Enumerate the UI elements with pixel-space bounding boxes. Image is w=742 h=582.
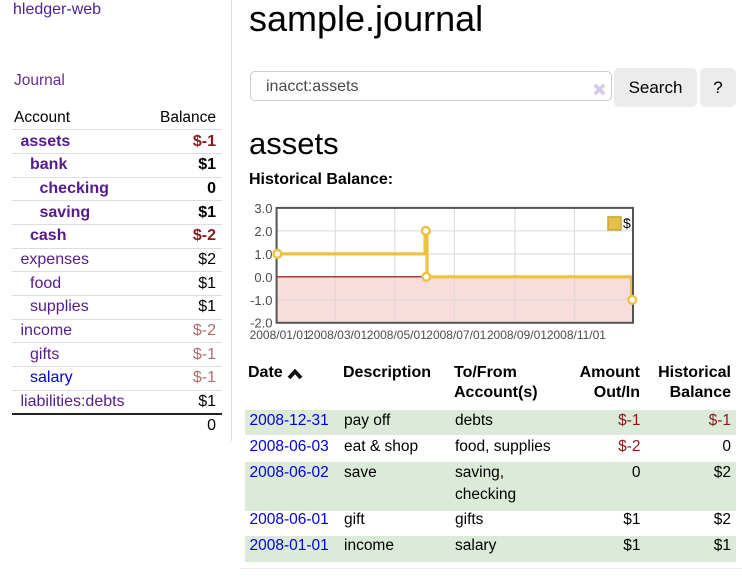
svg-text:-1.0: -1.0 xyxy=(250,293,272,308)
svg-text:3.0: 3.0 xyxy=(254,201,272,216)
svg-text:2008/07/01: 2008/07/01 xyxy=(426,328,486,342)
svg-text:2.0: 2.0 xyxy=(254,224,272,239)
svg-text:2008/03/01: 2008/03/01 xyxy=(307,328,367,342)
svg-text:0.0: 0.0 xyxy=(254,270,272,285)
svg-text:2008/01/01: 2008/01/01 xyxy=(250,328,310,342)
svg-text:1.0: 1.0 xyxy=(254,247,272,262)
svg-text:2008/09/01: 2008/09/01 xyxy=(487,328,547,342)
svg-text:$: $ xyxy=(623,215,631,231)
svg-text:2008/11/01: 2008/11/01 xyxy=(547,328,606,342)
svg-text:2008/05/01: 2008/05/01 xyxy=(367,328,427,342)
